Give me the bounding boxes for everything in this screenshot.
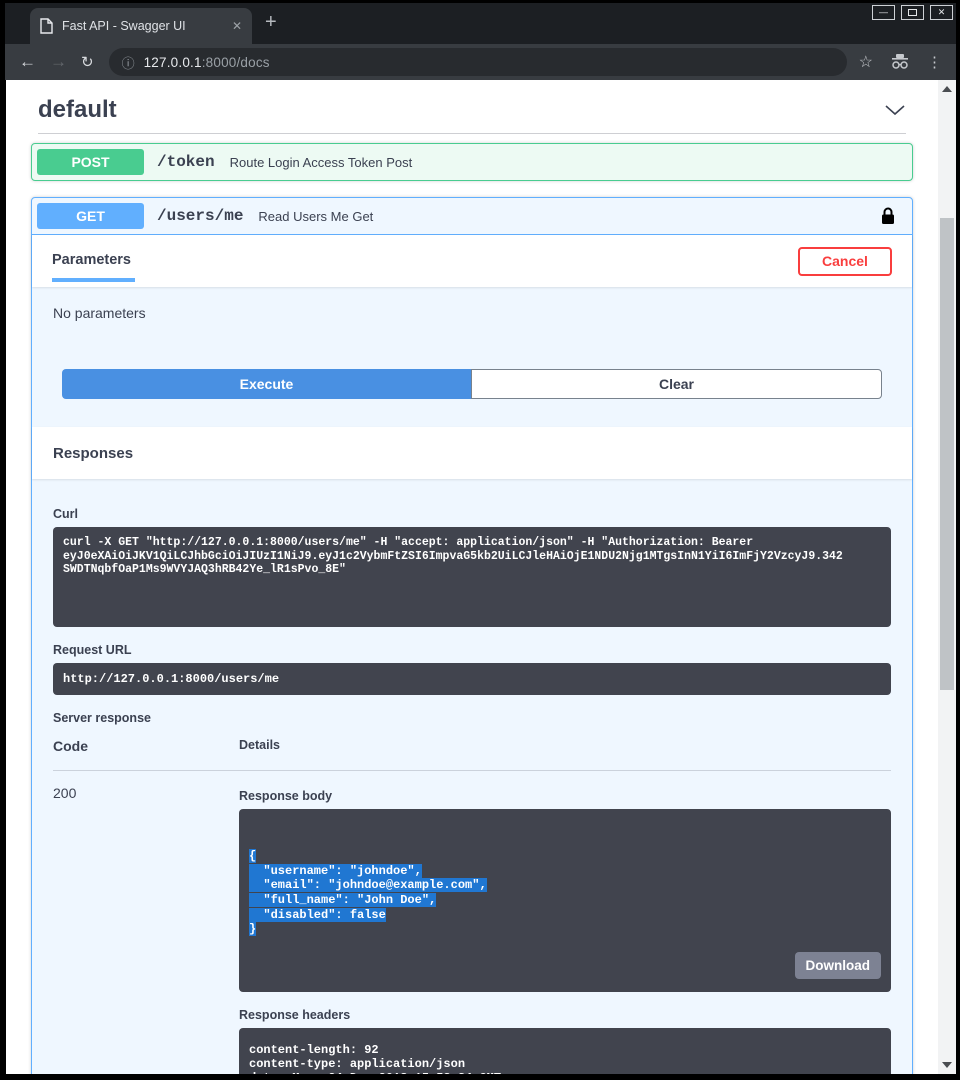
browser-menu-icon[interactable]: ⋮ [927, 53, 942, 71]
parameters-section: No parameters Execute Clear [32, 305, 912, 427]
no-parameters-text: No parameters [53, 305, 891, 321]
spacer [32, 399, 912, 427]
section-divider [38, 133, 906, 134]
response-headers-label: Response headers [239, 1008, 891, 1022]
details-column-header: Details [239, 738, 280, 754]
opblock-summary-get[interactable]: GET /users/me Read Users Me Get [32, 198, 912, 235]
url-path: :8000/docs [202, 55, 270, 70]
incognito-icon [890, 54, 910, 70]
request-url-label: Request URL [53, 643, 891, 657]
page-title: default [38, 96, 117, 124]
opblock-post-token: POST /token Route Login Access Token Pos… [31, 143, 913, 181]
code-column-header: Code [53, 738, 239, 754]
page-scrollbar[interactable] [938, 80, 956, 1074]
response-body: { "username": "johndoe", "email": "johnd… [239, 809, 891, 992]
url-host: 127.0.0.1 [144, 55, 202, 70]
section-header[interactable]: default [38, 96, 906, 124]
new-tab-button[interactable]: + [265, 11, 277, 34]
download-button[interactable]: Download [795, 952, 882, 979]
auth-lock-button[interactable] [881, 207, 895, 225]
response-details: Response body { "username": "johndoe", "… [239, 785, 891, 1074]
chevron-down-icon[interactable] [884, 104, 906, 116]
tab-title: Fast API - Swagger UI [62, 19, 232, 33]
server-response-table: Code Details 200 Response body { "userna… [53, 738, 891, 1074]
scrollbar-thumb[interactable] [940, 218, 954, 690]
response-body-json: { "username": "johndoe", "email": "johnd… [249, 849, 881, 937]
window-minimize-button[interactable]: — [872, 5, 895, 20]
window-controls: — ✕ [872, 5, 953, 20]
bookmark-star-icon[interactable]: ☆ [859, 52, 873, 72]
opblock-get-users-me: GET /users/me Read Users Me Get Paramete… [31, 197, 913, 1074]
endpoint-path: /token [157, 153, 215, 171]
tab-parameters[interactable]: Parameters [52, 238, 133, 284]
address-bar[interactable]: ⓘ 127.0.0.1:8000/docs [109, 48, 847, 76]
endpoint-summary: Read Users Me Get [258, 209, 881, 224]
parameters-tab-header: Parameters Cancel [32, 235, 912, 287]
browser-tab-bar: Fast API - Swagger UI ✕ + — ✕ [5, 3, 956, 44]
window-maximize-button[interactable] [901, 5, 924, 20]
page-favicon-icon [40, 18, 53, 34]
responses-body: Curl curl -X GET "http://127.0.0.1:8000/… [32, 479, 912, 1074]
method-badge-post: POST [37, 149, 144, 175]
url-text: 127.0.0.1:8000/docs [144, 55, 270, 70]
method-badge-get: GET [37, 203, 144, 229]
responses-title: Responses [53, 445, 133, 462]
browser-toolbar: ← → ↻ ⓘ 127.0.0.1:8000/docs ☆ ⋮ [5, 44, 956, 80]
execute-wrapper: Execute Clear [62, 369, 882, 399]
request-url-value: http://127.0.0.1:8000/users/me [53, 663, 891, 695]
table-row: 200 Response body { "username": "johndoe… [53, 771, 891, 1074]
browser-tab[interactable]: Fast API - Swagger UI ✕ [30, 8, 252, 44]
server-response-label: Server response [53, 711, 891, 725]
table-header-row: Code Details [53, 738, 891, 771]
endpoint-path: /users/me [157, 207, 243, 225]
lock-icon [881, 207, 895, 225]
maximize-icon [908, 9, 917, 16]
curl-label: Curl [53, 507, 891, 521]
window-close-button[interactable]: ✕ [930, 5, 953, 20]
swagger-page: default POST /token Route Login Access T… [6, 80, 938, 1074]
response-body-label: Response body [239, 789, 891, 803]
clear-button[interactable]: Clear [471, 369, 882, 399]
scroll-up-arrow-icon[interactable] [942, 86, 952, 92]
back-button[interactable]: ← [19, 52, 36, 72]
forward-button[interactable]: → [50, 52, 67, 72]
status-code: 200 [53, 785, 239, 1074]
endpoint-summary: Route Login Access Token Post [230, 155, 907, 170]
cancel-button[interactable]: Cancel [798, 247, 892, 276]
page-info-icon[interactable]: ⓘ [122, 53, 135, 72]
opblock-summary-post[interactable]: POST /token Route Login Access Token Pos… [32, 144, 912, 180]
response-headers: content-length: 92 content-type: applica… [239, 1028, 891, 1074]
execute-button[interactable]: Execute [62, 369, 471, 399]
responses-section-header: Responses [32, 427, 912, 479]
reload-button[interactable]: ↻ [81, 53, 94, 71]
curl-command: curl -X GET "http://127.0.0.1:8000/users… [53, 527, 891, 627]
tab-close-icon[interactable]: ✕ [232, 19, 242, 33]
scroll-down-arrow-icon[interactable] [942, 1062, 952, 1068]
